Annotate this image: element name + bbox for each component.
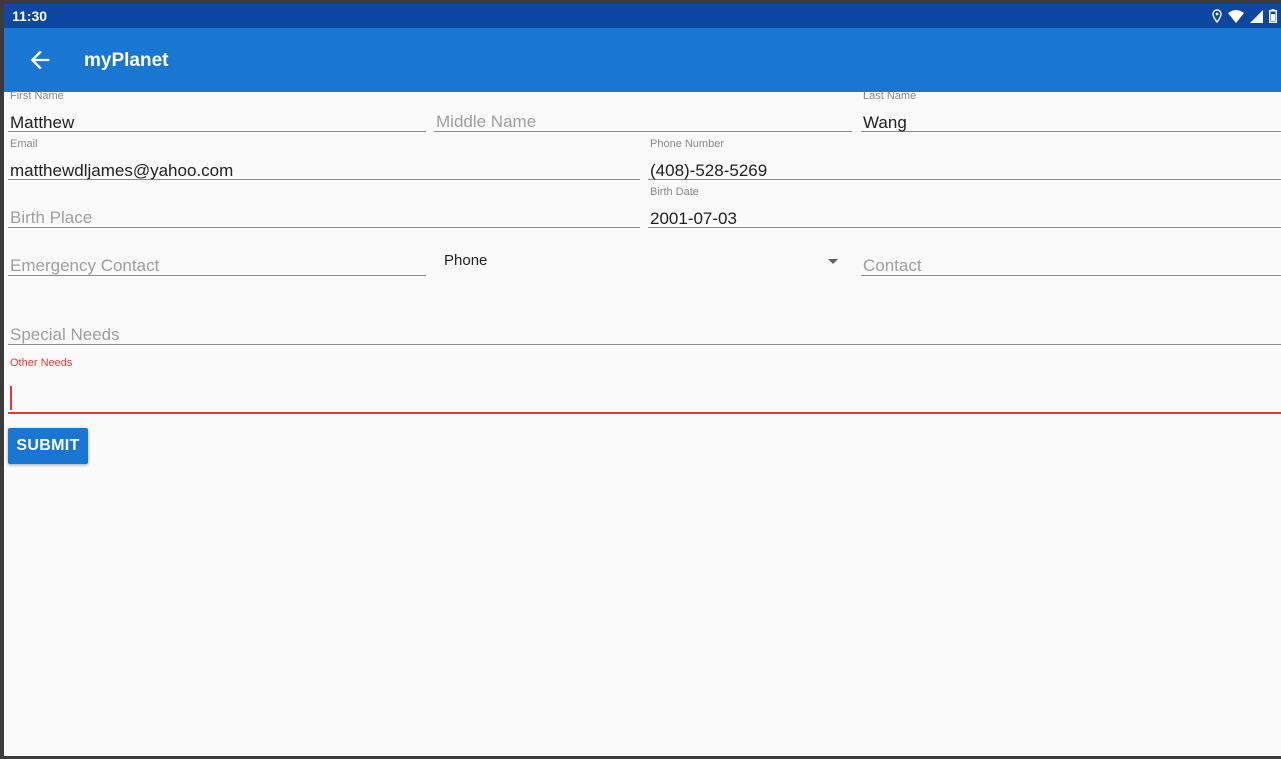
last-name-value: Wang: [863, 113, 907, 132]
wifi-icon: [1228, 9, 1244, 23]
signal-icon: [1250, 9, 1263, 23]
app-title: myPlanet: [84, 50, 169, 71]
special-needs-field[interactable]: Special Needs: [8, 324, 1281, 345]
birth-date-label: Birth Date: [650, 186, 699, 198]
first-name-value: Matthew: [10, 113, 75, 132]
birth-date-field[interactable]: Birth Date 2001-07-03: [648, 186, 1281, 228]
location-icon: [1212, 9, 1222, 23]
first-name-field[interactable]: First Name Matthew: [8, 90, 426, 132]
other-needs-label: Other Needs: [10, 357, 73, 369]
contact-type-dropdown[interactable]: Phone: [436, 248, 846, 278]
status-bar: 11:30: [4, 4, 1281, 28]
birth-place-hint: Birth Place: [10, 208, 93, 227]
other-needs-field[interactable]: Other Needs: [8, 357, 1281, 414]
email-value: matthewdljames@yahoo.com: [10, 161, 234, 180]
middle-name-field[interactable]: Middle Name: [434, 111, 852, 132]
first-name-label: First Name: [10, 90, 64, 102]
text-cursor: [10, 386, 12, 410]
status-time: 11:30: [12, 8, 48, 24]
contact-field[interactable]: Contact: [861, 255, 1281, 276]
app-bar: myPlanet: [4, 28, 1281, 92]
birth-place-field[interactable]: Birth Place: [8, 207, 640, 228]
contact-hint: Contact: [863, 256, 922, 275]
back-arrow-icon[interactable]: [26, 46, 54, 74]
email-field[interactable]: Email matthewdljames@yahoo.com: [8, 138, 640, 180]
email-label: Email: [10, 138, 38, 150]
birth-date-value: 2001-07-03: [650, 209, 737, 228]
phone-number-label: Phone Number: [650, 138, 724, 150]
submit-button[interactable]: SUBMIT: [8, 428, 88, 464]
contact-type-value: Phone: [444, 252, 488, 269]
phone-number-field[interactable]: Phone Number (408)-528-5269: [648, 138, 1281, 180]
special-needs-hint: Special Needs: [10, 325, 120, 344]
last-name-field[interactable]: Last Name Wang: [861, 90, 1281, 132]
emergency-contact-hint: Emergency Contact: [10, 256, 160, 275]
battery-icon: [1269, 9, 1277, 23]
app-screen: 11:30 myPlanet First Name Matthew Middle…: [4, 4, 1281, 756]
phone-number-value: (408)-528-5269: [650, 161, 768, 180]
dropdown-arrow-icon: [828, 259, 838, 264]
status-icons: [1212, 7, 1277, 25]
emergency-contact-field[interactable]: Emergency Contact: [8, 255, 426, 276]
last-name-label: Last Name: [863, 90, 917, 102]
middle-name-hint: Middle Name: [436, 112, 537, 131]
